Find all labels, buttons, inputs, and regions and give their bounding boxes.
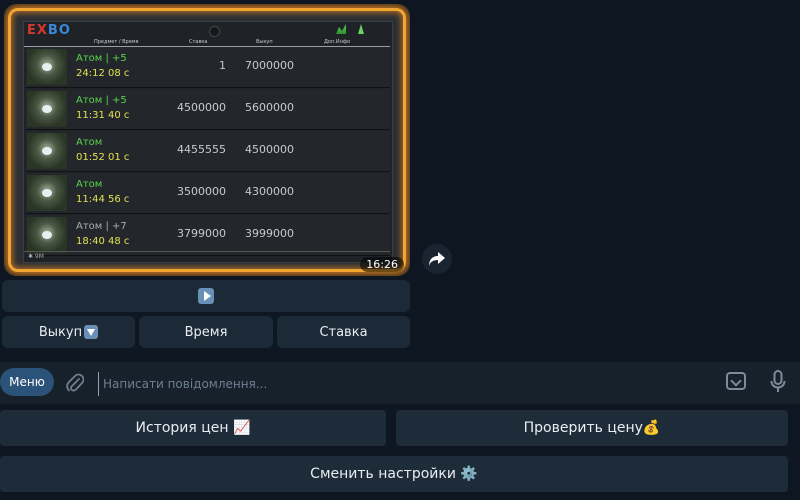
forward-icon — [429, 252, 445, 266]
paperclip-svg — [66, 373, 84, 392]
message-photo[interactable]: EXBO Предмет / Время Ставка Выкуп Доп.Ин… — [4, 4, 410, 276]
paperclip-icon[interactable] — [64, 372, 86, 394]
play-button[interactable] — [2, 280, 410, 312]
tablet-frame: EXBO Предмет / Время Ставка Выкуп Доп.Ин… — [8, 8, 406, 272]
bid-sort-label: Ставка — [319, 324, 368, 340]
item-buyout: 4300000 — [245, 185, 294, 198]
chat-history: EXBO Предмет / Время Ставка Выкуп Доп.Ин… — [0, 0, 800, 362]
buyout-sort-button[interactable]: Выкуп — [2, 316, 135, 348]
item-buyout: 3999000 — [245, 227, 294, 240]
menu-button[interactable]: Меню — [0, 368, 54, 396]
camera-dot — [209, 26, 220, 37]
table-row: Атом 11:44 56 с 3500000 4300000 — [26, 173, 390, 214]
exbo-logo: EXBO — [27, 23, 71, 38]
item-name: Атом | +7 — [76, 221, 127, 232]
artifact-thumbnail — [27, 133, 67, 169]
user-icon — [358, 24, 364, 34]
item-time: 11:44 56 с — [76, 194, 130, 205]
column-headers: Предмет / Время Ставка Выкуп Доп.Инфо — [24, 38, 390, 47]
item-name: Атом — [76, 179, 103, 190]
change-settings-button[interactable]: Сменить настройки ⚙️ — [0, 456, 788, 492]
mic-svg — [770, 370, 786, 392]
item-buyout: 7000000 — [245, 59, 294, 72]
price-history-button[interactable]: История цен 📈 — [0, 410, 386, 446]
message-composer: Меню — [0, 362, 800, 404]
microphone-icon[interactable] — [770, 370, 786, 394]
auction-screen: EXBO Предмет / Время Ставка Выкуп Доп.Ин… — [23, 21, 393, 263]
bid-sort-button[interactable]: Ставка — [277, 316, 410, 348]
play-icon — [198, 288, 214, 304]
item-time: 01:52 01 с — [76, 152, 130, 163]
artifact-thumbnail — [27, 217, 67, 253]
table-row: Атом | +5 11:31 40 с 4500000 5600000 — [26, 89, 390, 130]
forward-button[interactable] — [422, 244, 452, 274]
col-bid: Ставка — [189, 39, 208, 45]
item-bid: 4500000 — [177, 101, 226, 114]
item-time: 24:12 08 с — [76, 68, 130, 79]
lot-list: Атом | +5 24:12 08 с 1 7000000 Атом | +5… — [26, 47, 390, 257]
table-row: Атом | +5 24:12 08 с 1 7000000 — [26, 47, 390, 88]
status-icons — [336, 24, 366, 34]
col-extra-info: Доп.Инфо — [324, 39, 351, 45]
item-bid: 3799000 — [177, 227, 226, 240]
check-price-button[interactable]: Проверить цену💰 — [396, 410, 788, 446]
time-sort-label: Время — [184, 324, 228, 340]
table-row: Атом 01:52 01 с 4455555 4500000 — [26, 131, 390, 172]
time-sort-button[interactable]: Время — [139, 316, 273, 348]
item-bid: 1 — [219, 59, 226, 72]
item-bid: 3500000 — [177, 185, 226, 198]
item-buyout: 4500000 — [245, 143, 294, 156]
bot-keyboard-icon[interactable] — [726, 372, 746, 390]
table-row: Атом | +7 18:40 48 с 3799000 3999000 — [26, 215, 390, 256]
item-time: 18:40 48 с — [76, 236, 130, 247]
col-item-time: Предмет / Время — [94, 39, 139, 45]
artifact-thumbnail — [27, 175, 67, 211]
signal-icon — [336, 24, 346, 34]
buyout-sort-label: Выкуп — [38, 324, 83, 340]
artifact-thumbnail — [27, 49, 67, 85]
item-time: 11:31 40 с — [76, 110, 130, 121]
item-bid: 4455555 — [177, 143, 226, 156]
down-arrow-icon — [84, 325, 99, 339]
artifact-thumbnail — [27, 91, 67, 127]
item-name: Атом | +5 — [76, 53, 127, 64]
message-input[interactable] — [98, 372, 705, 396]
reply-keyboard: История цен 📈 Проверить цену💰 Сменить на… — [0, 404, 800, 500]
screen-bottom-bar: ✱ 9M — [24, 251, 390, 262]
item-name: Атом — [76, 137, 103, 148]
item-buyout: 5600000 — [245, 101, 294, 114]
message-timestamp: 16:26 — [360, 257, 404, 272]
bottom-label: ✱ 9M — [28, 253, 44, 260]
item-name: Атом | +5 — [76, 95, 127, 106]
col-buyout: Выкуп — [256, 39, 273, 45]
